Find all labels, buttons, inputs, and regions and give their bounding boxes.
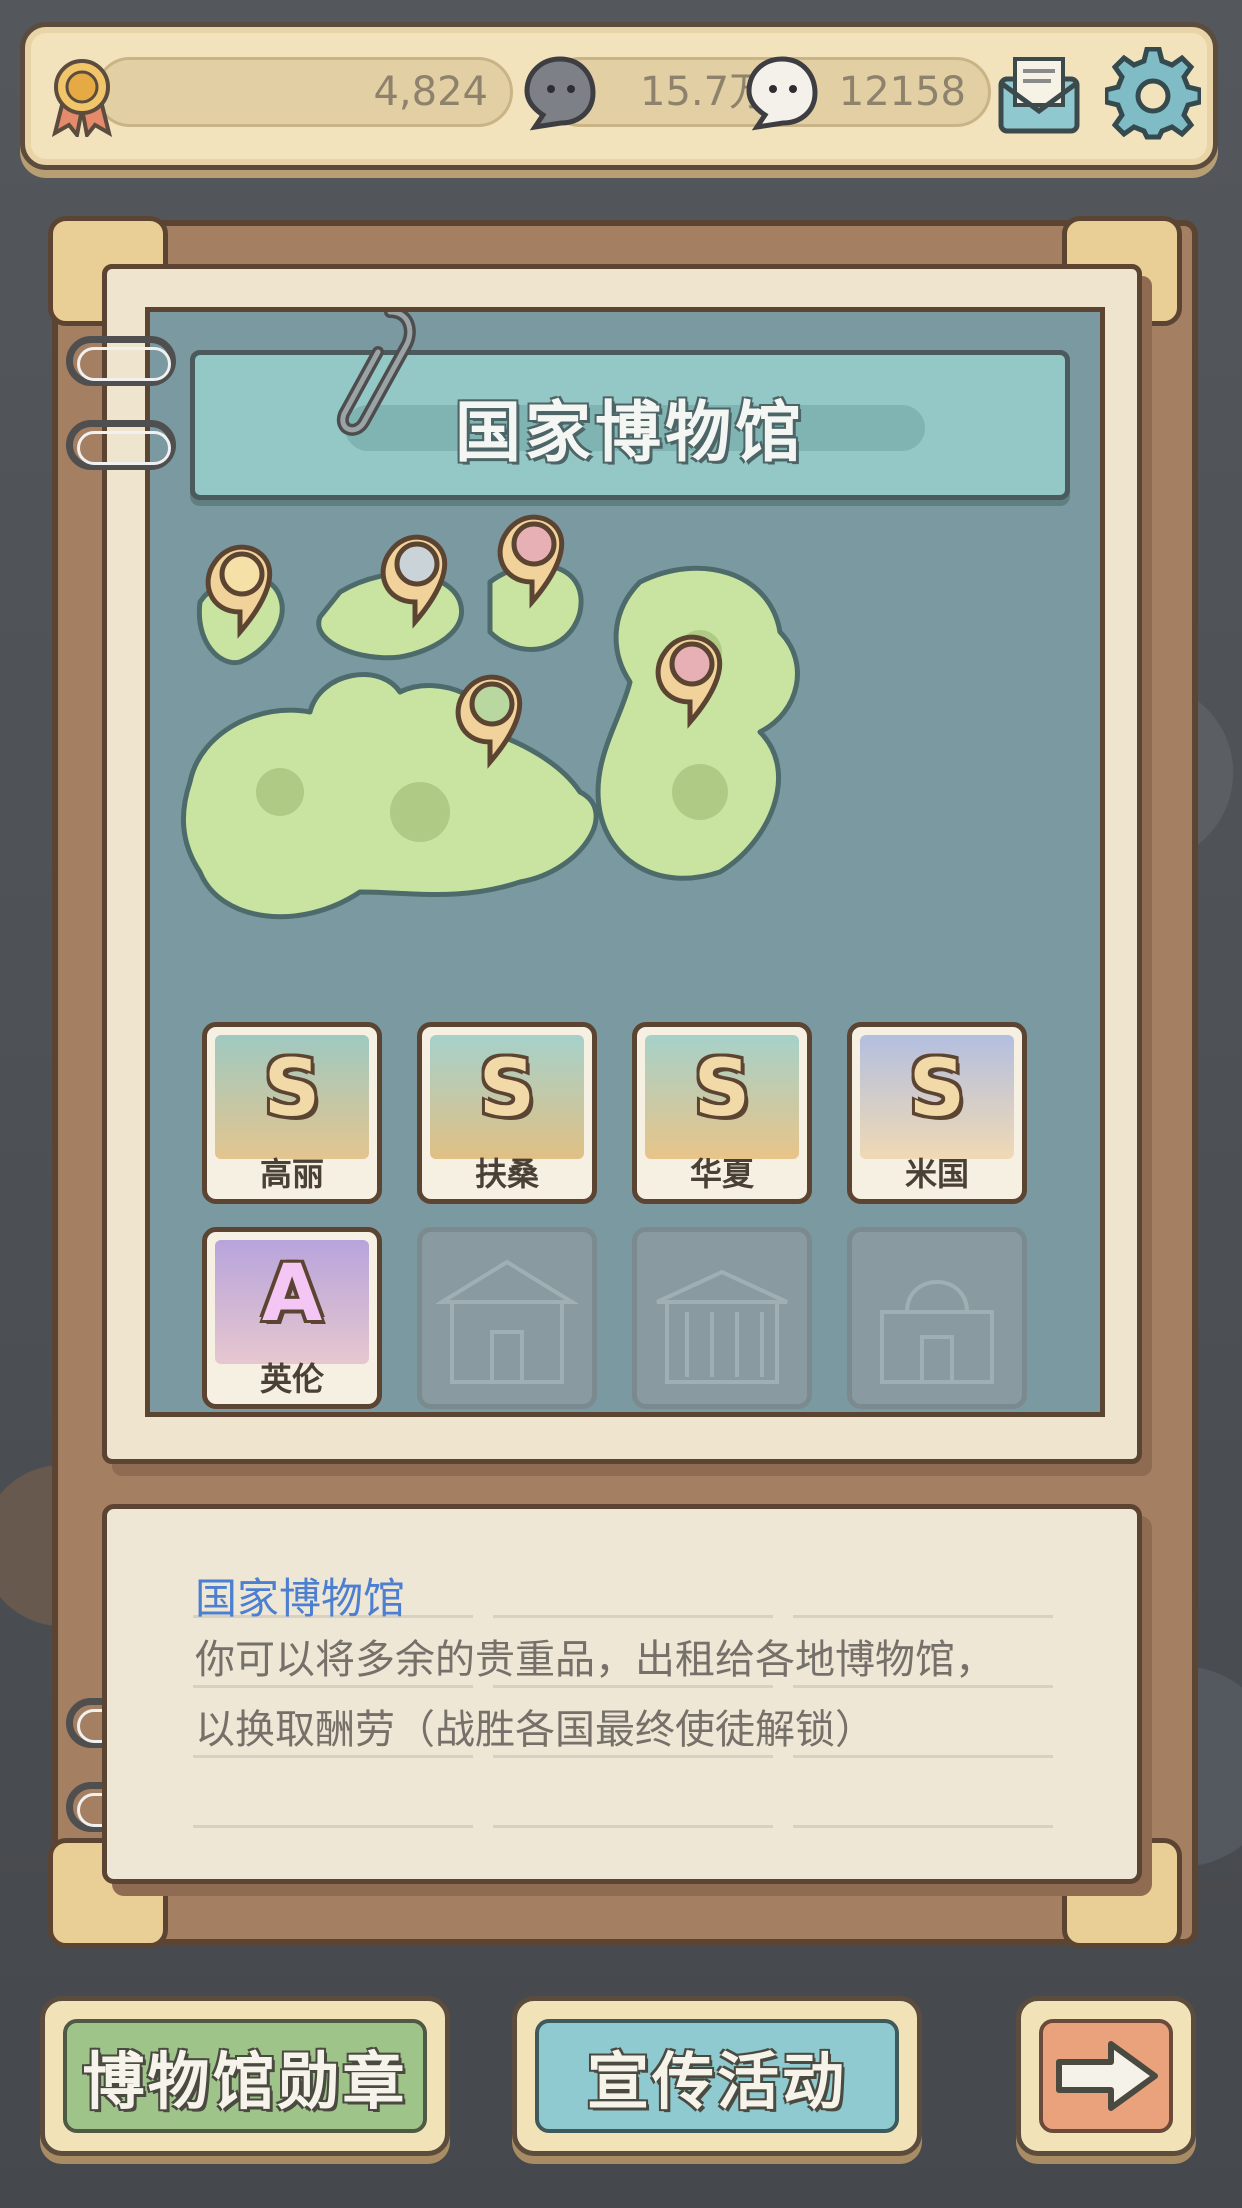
card-grade: A [261, 1249, 323, 1339]
world-map [180, 514, 800, 920]
museum-card-usa[interactable]: S 米国 [847, 1022, 1027, 1204]
card-name: 高丽 [259, 1155, 324, 1193]
card-name: 米国 [904, 1155, 969, 1193]
museum-card-locked[interactable] [632, 1227, 812, 1409]
medal-icon [51, 59, 113, 137]
museum-card-locked[interactable] [847, 1227, 1027, 1409]
locked-museum-icon [880, 1280, 994, 1384]
world-map-panel: 国家博物馆 S 高丽 S 扶桑 S 华夏 S 米国 A 英伦 [145, 307, 1105, 1417]
description-line: 你可以将多余的贵重品，出租给各地博物馆， [195, 1637, 995, 1683]
card-grade: S [693, 1044, 751, 1134]
promo-activity-label: 宣传活动 [586, 2045, 847, 2118]
museum-card-japan[interactable]: S 扶桑 [417, 1022, 597, 1204]
card-name: 英伦 [259, 1360, 324, 1398]
museum-card-korea[interactable]: S 高丽 [202, 1022, 382, 1204]
promo-activity-button[interactable]: 宣传活动 [512, 1996, 922, 2156]
card-name: 扶桑 [474, 1155, 539, 1193]
button-face: 宣传活动 [535, 2019, 899, 2133]
museum-medal-label: 博物馆勋章 [82, 2045, 408, 2118]
museum-card-locked[interactable] [417, 1227, 597, 1409]
card-grade: S [478, 1044, 536, 1134]
museum-medal-button[interactable]: 博物馆勋章 [40, 1996, 450, 2156]
next-button[interactable] [1016, 1996, 1196, 2156]
arrow-right-icon [1056, 2041, 1158, 2111]
card-name: 华夏 [689, 1155, 754, 1193]
continent-east [595, 565, 800, 881]
light-ghost-icon [746, 56, 818, 131]
description-line: 以换取酬劳（战胜各国最终使徒解锁） [195, 1707, 875, 1753]
page-title: 国家博物馆 [455, 394, 805, 471]
binder-ring [66, 336, 176, 386]
museum-card-uk[interactable]: A 英伦 [202, 1227, 382, 1409]
medal-count: 4,824 [373, 69, 488, 115]
map-page: 国家博物馆 S 高丽 S 扶桑 S 华夏 S 米国 A 英伦 [102, 264, 1142, 1464]
button-face [1039, 2019, 1173, 2133]
locked-museum-icon [434, 1259, 580, 1384]
locked-museum-icon [656, 1269, 788, 1384]
medal-counter: 4,824 [95, 57, 513, 127]
card-grade: S [908, 1044, 966, 1134]
dark-ghost-icon [524, 56, 596, 131]
mail-icon[interactable] [993, 49, 1085, 141]
button-face: 博物馆勋章 [63, 2019, 427, 2133]
title-banner: 国家博物馆 [190, 350, 1070, 500]
museum-card-china[interactable]: S 华夏 [632, 1022, 812, 1204]
card-grade: S [263, 1044, 321, 1134]
description-title: 国家博物馆 [195, 1574, 406, 1623]
paperclip-icon [336, 312, 416, 436]
light-ghost-count: 12158 [838, 69, 966, 115]
resource-bar: 4,824 15.7万 12158 [20, 22, 1218, 170]
continent-main [180, 672, 599, 920]
description-page: 国家博物馆 你可以将多余的贵重品，出租给各地博物馆， 以换取酬劳（战胜各国最终使… [102, 1504, 1142, 1884]
gear-icon[interactable] [1105, 47, 1201, 143]
ruled-line [193, 1825, 1053, 1828]
description-text: 你可以将多余的贵重品，出租给各地博物馆， 以换取酬劳（战胜各国最终使徒解锁） [195, 1625, 1055, 1765]
binder-ring [66, 420, 176, 470]
